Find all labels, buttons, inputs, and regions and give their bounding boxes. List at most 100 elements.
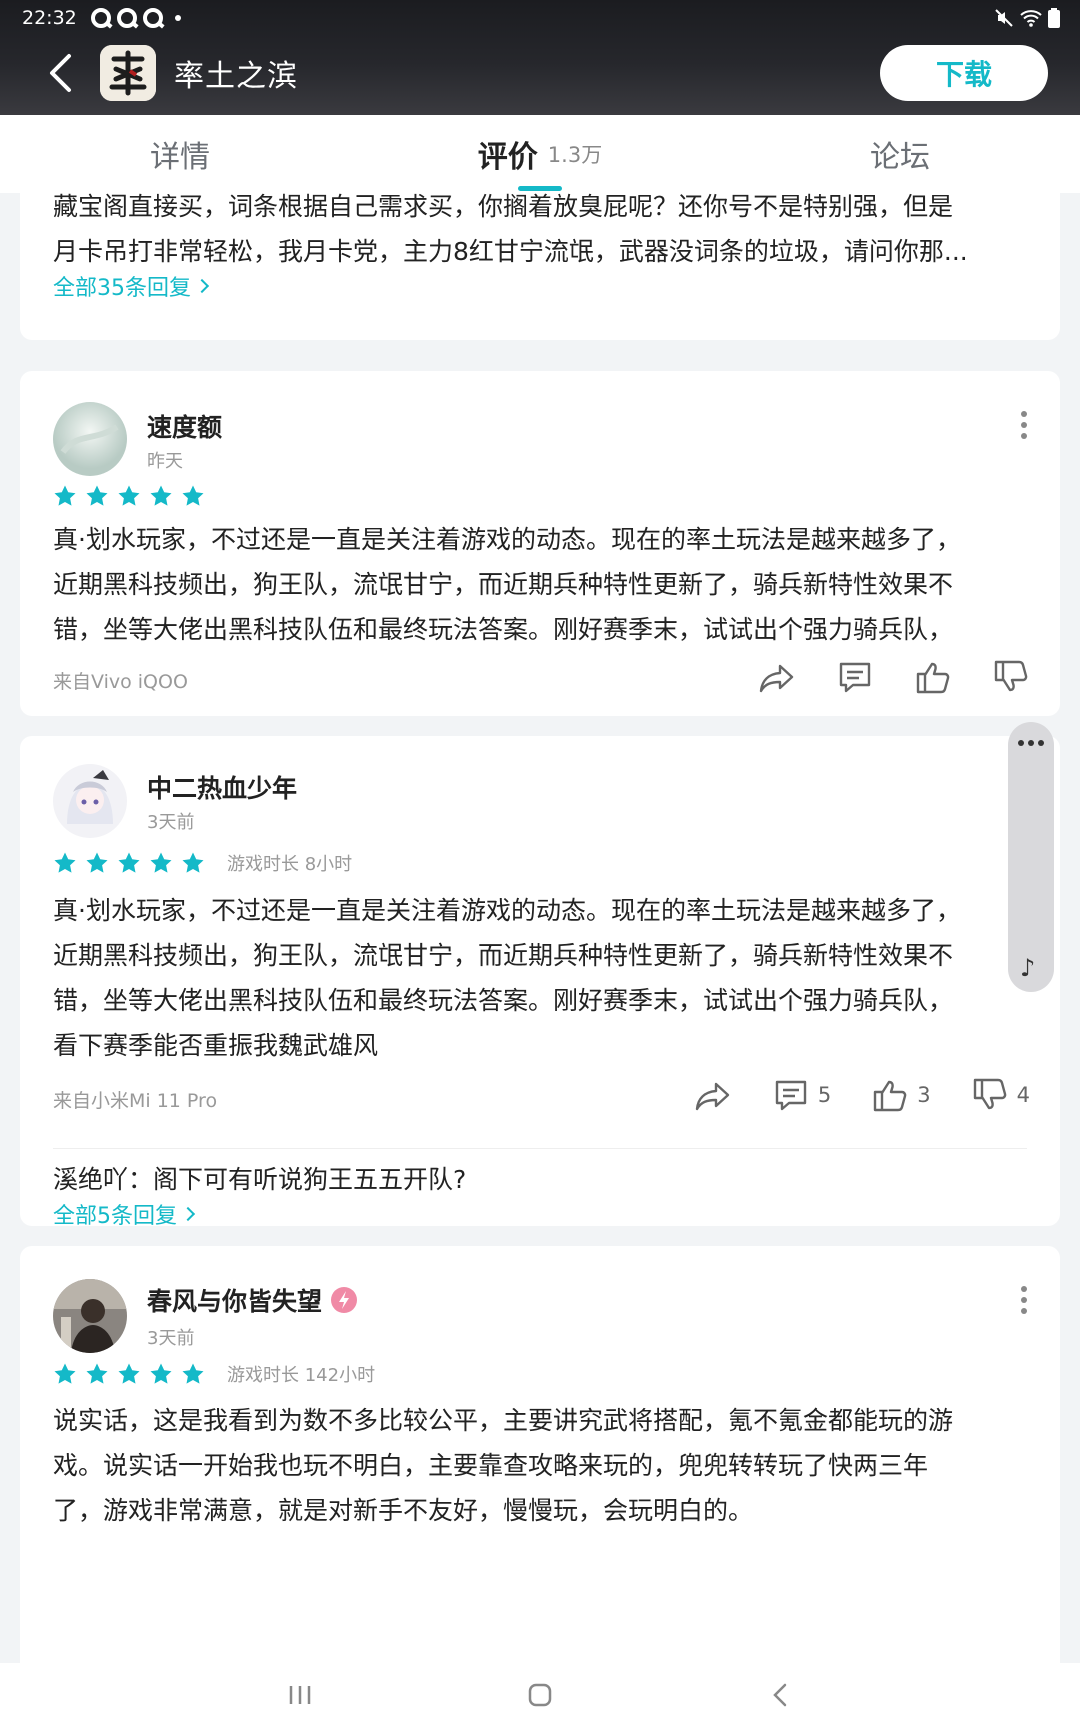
review-actions [718,658,1030,696]
app-header: 22:32 率土之滨 下载 [0,0,1080,115]
home-icon [528,1683,552,1706]
review-card: 春风与你皆失望 3天前 游戏时长 142小时 说实话，这是我看到为数不多比较公平… [20,1246,1060,1663]
more-notifications-icon [174,15,181,21]
tab-reviews[interactable]: 评价 1.3万 [360,115,720,193]
star-icon [54,485,76,506]
wifi-icon [1020,10,1042,27]
like-button[interactable] [914,658,952,696]
avatar[interactable] [53,1279,127,1353]
username[interactable]: 春风与你皆失望 [147,1282,358,1318]
star-icon [182,485,204,506]
more-options-icon[interactable] [1021,411,1027,444]
review-text: 藏宝阁直接买，词条根据自己需求买，你搁着放臭屁呢？还你号不是特别强，但是 月卡吊… [53,193,968,266]
review-actions: 5 3 4 [654,1076,1030,1114]
review-text[interactable]: 真·划水玩家，不过还是一直是关注着游戏的动态。现在的率土玩法是越来越多了， 近期… [20,888,994,1068]
verified-badge-icon [331,1287,358,1313]
status-time: 22:32 [22,7,77,29]
active-tab-indicator [518,186,562,191]
avatar[interactable] [53,764,127,838]
mute-icon [995,9,1013,27]
star-icon [86,485,108,506]
username[interactable]: 中二热血少年 [147,769,297,805]
star-icon [182,852,204,873]
device-source: 来自小米Mi 11 Pro [53,1090,218,1112]
tab-label: 详情 [150,140,210,175]
top-reply[interactable]: 溪绝吖：阁下可有听说狗王五五开队? [53,1160,466,1196]
star-icon [86,852,108,873]
status-bar: 22:32 [22,4,1060,32]
more-options-icon[interactable] [1021,1286,1027,1319]
panel-more-icon[interactable] [1018,740,1044,746]
floating-side-panel[interactable]: ♪ [1008,722,1054,992]
dislike-button[interactable] [992,658,1030,696]
review-card: 速度额 昨天 真·划水玩家，不过还是一直是关注着游戏的动态。现在的率土玩法是越来… [20,371,1060,716]
dislike-button[interactable]: 4 [971,1076,1030,1114]
tab-label: 论坛 [870,140,930,175]
review-card: 中二热血少年 3天前 游戏时长 8小时 真·划水玩家，不过还是一直是关注着游戏的… [20,736,1060,1229]
all-replies-link[interactable]: 全部35条回复 [20,270,1060,302]
thumbs-up-icon [874,1080,907,1112]
review-list[interactable]: 藏宝阁直接买，词条根据自己需求买，你搁着放臭屁呢？还你号不是特别强，但是 月卡吊… [0,193,1080,1663]
star-icon [150,1363,172,1384]
comment-icon [839,662,871,693]
device-source: 来自Vivo iQOO [53,671,188,693]
download-button[interactable]: 下载 [880,45,1048,101]
star-icon [118,852,140,873]
star-icon [118,1363,140,1384]
star-rating [53,484,205,508]
music-note-icon[interactable]: ♪ [1020,954,1035,982]
comment-button[interactable] [836,658,874,696]
share-icon [695,1082,730,1111]
back-button[interactable] [40,53,80,93]
avatar[interactable] [53,402,127,476]
star-icon [118,485,140,506]
star-icon [86,1363,108,1384]
star-icon [182,1363,204,1384]
system-nav-bar [0,1663,1080,1726]
like-button[interactable]: 3 [871,1076,931,1114]
thumbs-up-icon [916,662,950,694]
back-arrow-icon [773,1683,787,1706]
dislike-count: 4 [1016,1083,1030,1107]
star-rating: 游戏时长 8小时 [53,850,352,876]
recent-apps-button[interactable] [180,1684,420,1706]
star-icon [150,485,172,506]
notification-icon [142,8,163,28]
review-card: 藏宝阁直接买，词条根据自己需求买，你搁着放臭屁呢？还你号不是特别强，但是 月卡吊… [20,193,1060,340]
chevron-right-icon [194,278,210,294]
notification-icon [90,8,111,28]
tab-bar: 详情 评价 1.3万 论坛 [0,115,1080,193]
comment-button[interactable]: 5 [772,1076,831,1114]
thumbs-down-icon [994,660,1028,692]
share-button[interactable] [694,1076,732,1114]
share-button[interactable] [758,658,796,696]
comment-count: 5 [817,1083,832,1107]
review-time: 3天前 [147,812,195,833]
system-back-button[interactable] [660,1682,900,1708]
notification-icon [116,8,137,28]
review-count: 1.3万 [547,143,603,167]
review-text[interactable]: 真·划水玩家，不过还是一直是关注着游戏的动态。现在的率土玩法是越来越多了， 近期… [20,517,994,652]
review-time: 昨天 [147,451,183,472]
review-text[interactable]: 说实话，这是我看到为数不多比较公平，主要讲究武将搭配，氪不氪金都能玩的游 戏。说… [20,1398,986,1533]
username[interactable]: 速度额 [147,408,222,444]
star-rating: 游戏时长 142小时 [53,1361,375,1387]
like-count: 3 [917,1083,931,1107]
thumbs-down-icon [973,1078,1006,1110]
play-time: 游戏时长 8小时 [227,854,353,875]
tab-label: 评价 [477,140,538,175]
comment-icon [775,1080,807,1111]
tab-details[interactable]: 详情 [0,115,360,193]
app-title: 率土之滨 [174,59,298,94]
review-time: 3天前 [147,1328,195,1349]
all-replies-link[interactable]: 全部5条回复 [20,1198,196,1230]
star-icon [54,852,76,873]
recent-apps-icon [289,1685,311,1704]
app-icon[interactable] [100,45,156,101]
home-button[interactable] [420,1682,660,1708]
share-icon [759,664,794,693]
play-time: 游戏时长 142小时 [227,1365,376,1386]
battery-icon [1048,8,1060,28]
star-icon [150,852,172,873]
tab-forum[interactable]: 论坛 [720,115,1080,193]
